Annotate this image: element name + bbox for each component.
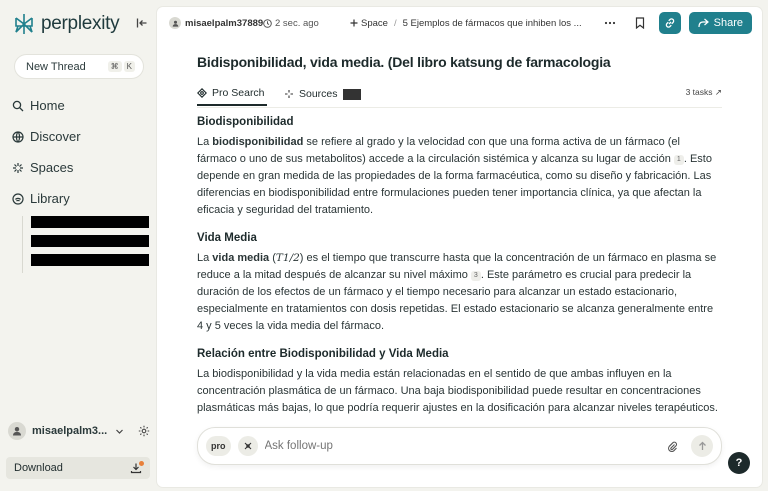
pro-search-icon — [197, 88, 207, 98]
text-run: La — [197, 136, 213, 148]
avatar — [8, 422, 26, 440]
breadcrumb-space[interactable]: Space — [350, 18, 388, 29]
new-thread-button[interactable]: New Thread ⌘ K — [14, 54, 144, 79]
sidebar-item-library[interactable]: Library — [12, 191, 70, 206]
cmd-key: ⌘ — [107, 61, 122, 72]
citation-badge[interactable]: 3 — [470, 271, 481, 281]
user-menu[interactable]: misaelpalm3... — [8, 420, 150, 442]
sidebar-item-label: Library — [30, 191, 70, 206]
author-avatar — [169, 17, 181, 29]
search-icon — [12, 100, 24, 111]
math-expression: T1/2 — [275, 252, 300, 264]
share-label: Share — [713, 17, 743, 29]
sidebar-item-home[interactable]: Home — [12, 98, 65, 113]
follow-up-bar: pro — [197, 427, 722, 465]
redacted-thread-item[interactable] — [31, 216, 149, 228]
bookmark-button[interactable] — [629, 12, 651, 34]
logo[interactable]: perplexity — [13, 13, 120, 35]
bold-term: biodisponibilidad — [212, 136, 304, 148]
bookmark-icon — [635, 17, 644, 29]
text-run: ( — [269, 252, 276, 264]
chevron-down-icon[interactable] — [115, 427, 124, 436]
collapse-sidebar-icon[interactable] — [136, 17, 148, 29]
more-options-button[interactable] — [599, 12, 621, 34]
redacted-thread-item[interactable] — [31, 254, 149, 266]
paragraph-half-life: La vida media (T1/2) es el tiempo que tr… — [197, 250, 722, 335]
section-heading: Biodisponibilidad — [197, 116, 294, 128]
gear-icon[interactable] — [138, 425, 150, 437]
logo-text: perplexity — [41, 13, 120, 34]
thread-panel: misaelpalm37889 2 sec. ago Space / 5 Eje… — [157, 7, 762, 487]
thread-timestamp: 2 sec. ago — [263, 18, 319, 29]
follow-up-input[interactable] — [264, 440, 660, 452]
clock-icon — [263, 18, 272, 28]
author-name: misaelpalm37889 — [185, 17, 264, 29]
tab-sources-label: Sources — [299, 88, 338, 100]
arrow-up-icon — [698, 441, 706, 450]
tab-sources[interactable]: Sources — [284, 82, 361, 106]
sources-icon — [285, 90, 293, 98]
focus-button[interactable] — [237, 436, 258, 456]
sidebar-item-label: Discover — [30, 129, 81, 144]
sidebar-item-label: Home — [30, 98, 65, 113]
tab-pro-search[interactable]: Pro Search — [197, 82, 267, 106]
download-button[interactable]: Download — [6, 457, 150, 479]
new-thread-label: New Thread — [26, 60, 86, 73]
attach-icon[interactable] — [667, 441, 678, 452]
share-icon — [698, 18, 709, 28]
library-threads-list — [22, 216, 150, 273]
tab-pro-search-label: Pro Search — [212, 87, 265, 99]
perplexity-logo-icon — [15, 14, 33, 34]
link-icon — [665, 18, 674, 28]
citation-badge[interactable]: 1 — [673, 155, 684, 165]
tasks-link[interactable]: 3 tasks ↗ — [686, 87, 722, 98]
thread-title: Bidisponibilidad, vida media. (Del libro… — [197, 54, 611, 70]
breadcrumb: Space / 5 Ejemplos de fármacos que inhib… — [350, 18, 582, 29]
sidebar-item-label: Spaces — [30, 160, 74, 175]
send-button[interactable] — [691, 435, 713, 457]
k-key: K — [123, 61, 135, 72]
help-button[interactable]: ? — [728, 452, 750, 474]
bold-term: vida media — [212, 252, 270, 264]
pro-toggle[interactable]: pro — [206, 436, 231, 456]
paragraph-relationship: La biodisponibilidad y la vida media est… — [197, 368, 718, 414]
user-icon — [172, 20, 178, 27]
redacted-thread-item[interactable] — [31, 235, 149, 247]
user-icon — [13, 427, 21, 436]
shortcut-keys: ⌘ K — [107, 61, 135, 72]
thread-header: misaelpalm37889 2 sec. ago Space / 5 Eje… — [157, 7, 762, 39]
library-icon — [12, 192, 24, 205]
sidebar: perplexity New Thread ⌘ K Home Discover … — [0, 0, 157, 491]
more-horizontal-icon — [604, 21, 615, 25]
spaces-icon — [13, 162, 23, 173]
thread-actions: Share — [599, 12, 752, 34]
text-run: La — [197, 252, 213, 264]
thread-author[interactable]: misaelpalm37889 — [169, 17, 263, 29]
redacted-sources-count — [342, 88, 361, 100]
notification-dot — [139, 461, 144, 466]
timestamp-text: 2 sec. ago — [275, 17, 319, 29]
sidebar-item-discover[interactable]: Discover — [12, 129, 81, 144]
focus-icon — [244, 442, 251, 450]
section-heading: Vida Media — [197, 232, 257, 244]
paragraph-bioavailability: La biodisponibilidad se refiere al grado… — [197, 134, 722, 219]
user-name: misaelpalm3... — [32, 425, 108, 437]
answer-tabs: Pro Search Sources 3 tasks ↗ — [197, 82, 722, 108]
breadcrumb-separator: / — [393, 17, 397, 29]
copy-link-button[interactable] — [658, 12, 681, 34]
breadcrumb-thread[interactable]: 5 Ejemplos de fármacos que inhiben los .… — [403, 18, 582, 29]
sidebar-item-spaces[interactable]: Spaces — [12, 160, 73, 175]
section-heading: Relación entre Biodisponibilidad y Vida … — [197, 348, 449, 360]
breadcrumb-space-label: Space — [361, 17, 388, 29]
answer-content: Biodisponibilidad La biodisponibilidad s… — [197, 114, 722, 428]
share-button[interactable]: Share — [688, 12, 752, 34]
globe-icon — [12, 130, 24, 143]
download-label: Download — [14, 462, 63, 474]
plus-icon — [350, 19, 358, 27]
